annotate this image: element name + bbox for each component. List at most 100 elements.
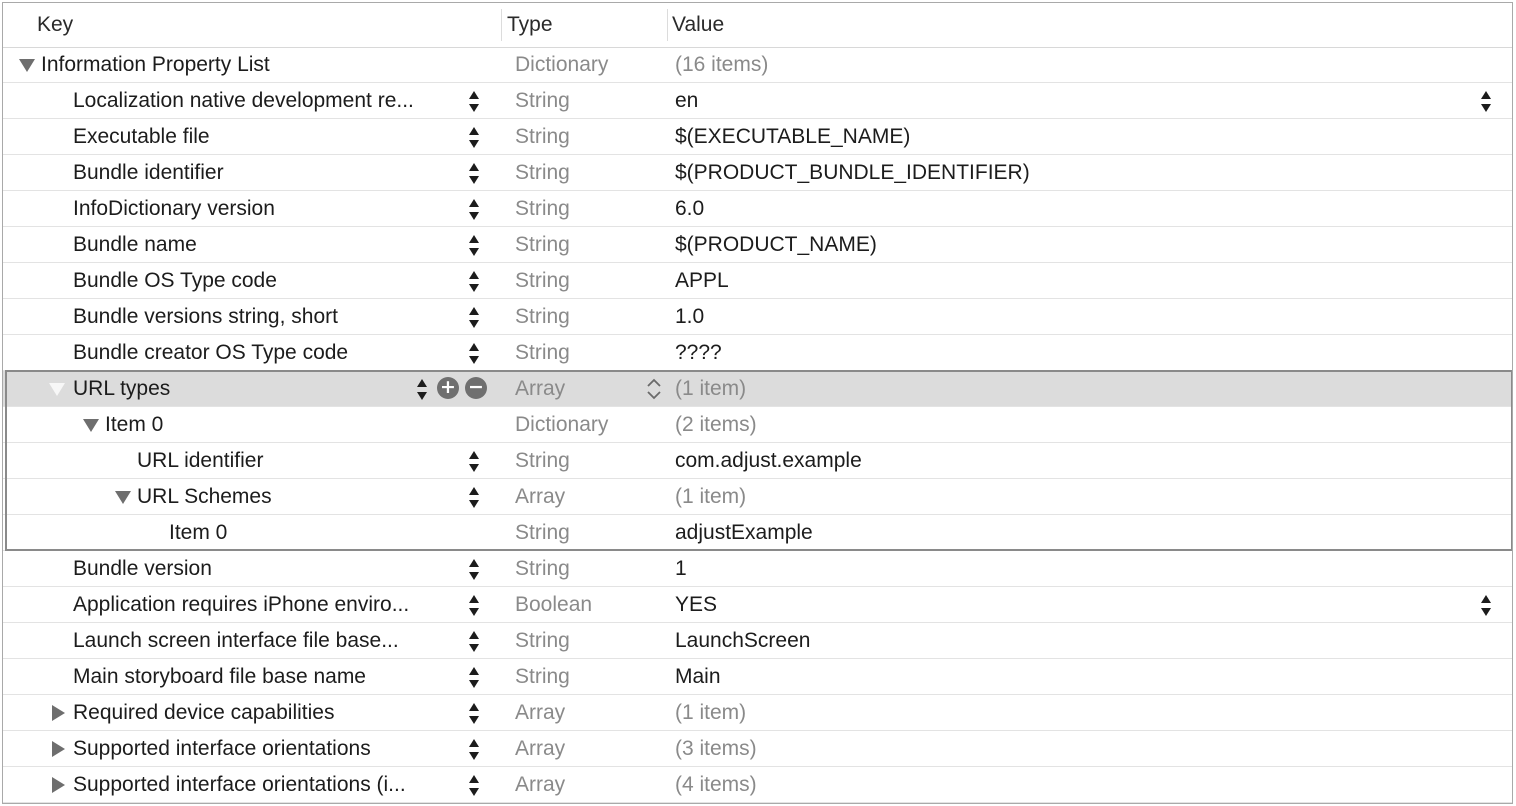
row-type[interactable]: Array bbox=[515, 695, 565, 730]
plist-row[interactable]: Bundle creator OS Type code String???? bbox=[3, 335, 1512, 371]
plist-row[interactable]: Localization native development re... Str… bbox=[3, 83, 1512, 119]
plist-row[interactable]: Item 0 Dictionary (2 items) bbox=[3, 407, 1512, 443]
row-key[interactable]: Information Property List bbox=[41, 47, 270, 82]
key-stepper-icon[interactable] bbox=[467, 557, 481, 583]
row-type[interactable]: String bbox=[515, 83, 570, 118]
row-value[interactable]: com.adjust.example bbox=[675, 443, 862, 478]
plist-row[interactable]: Required device capabilities Array (1 item… bbox=[3, 695, 1512, 731]
disclosure-open-icon[interactable] bbox=[81, 407, 101, 442]
key-stepper-icon[interactable] bbox=[467, 737, 481, 763]
row-key[interactable]: URL types bbox=[73, 371, 170, 406]
row-value[interactable]: ???? bbox=[675, 335, 722, 370]
plist-row[interactable]: Bundle version String 1 bbox=[3, 551, 1512, 587]
row-type[interactable]: String bbox=[515, 263, 570, 298]
row-value[interactable]: 1.0 bbox=[675, 299, 704, 334]
plist-row[interactable]: Bundle versions string, short String 1.0 bbox=[3, 299, 1512, 335]
row-key[interactable]: Bundle creator OS Type code bbox=[73, 335, 348, 370]
row-type[interactable]: String bbox=[515, 551, 570, 586]
row-type[interactable]: Array bbox=[515, 767, 565, 802]
row-type[interactable]: String bbox=[515, 335, 570, 370]
plist-row[interactable]: Supported interface orientations Array (3 … bbox=[3, 731, 1512, 767]
row-value[interactable]: (16 items) bbox=[675, 47, 768, 82]
row-key[interactable]: Supported interface orientations (i... bbox=[73, 767, 406, 802]
row-key[interactable]: Launch screen interface file base... bbox=[73, 623, 399, 658]
key-stepper-icon[interactable] bbox=[467, 161, 481, 187]
row-key[interactable]: Item 0 bbox=[169, 515, 227, 550]
row-value[interactable]: $(PRODUCT_BUNDLE_IDENTIFIER) bbox=[675, 155, 1030, 190]
key-stepper-icon[interactable] bbox=[467, 629, 481, 655]
value-stepper-icon[interactable] bbox=[1479, 89, 1493, 115]
row-value[interactable]: (1 item) bbox=[675, 695, 746, 730]
plist-row[interactable]: Bundle identifier String $(PRODUCT_BUNDLE_… bbox=[3, 155, 1512, 191]
row-value[interactable]: APPL bbox=[675, 263, 729, 298]
row-value[interactable]: Main bbox=[675, 659, 721, 694]
row-type[interactable]: String bbox=[515, 155, 570, 190]
row-type[interactable]: String bbox=[515, 443, 570, 478]
row-key[interactable]: Main storyboard file base name bbox=[73, 659, 366, 694]
row-value[interactable]: YES bbox=[675, 587, 717, 622]
column-divider[interactable] bbox=[501, 9, 502, 41]
key-stepper-icon[interactable] bbox=[467, 197, 481, 223]
row-key[interactable]: URL identifier bbox=[137, 443, 263, 478]
row-type[interactable]: Dictionary bbox=[515, 407, 608, 442]
row-value[interactable]: (1 item) bbox=[675, 479, 746, 514]
row-value[interactable]: LaunchScreen bbox=[675, 623, 810, 658]
row-value[interactable]: (2 items) bbox=[675, 407, 757, 442]
row-key[interactable]: Bundle version bbox=[73, 551, 212, 586]
row-value[interactable]: $(EXECUTABLE_NAME) bbox=[675, 119, 910, 154]
key-stepper-icon[interactable] bbox=[467, 449, 481, 475]
key-stepper-icon[interactable] bbox=[467, 233, 481, 259]
disclosure-open-icon[interactable] bbox=[113, 479, 133, 514]
key-stepper-icon[interactable] bbox=[467, 665, 481, 691]
row-type[interactable]: String bbox=[515, 623, 570, 658]
row-value[interactable]: $(PRODUCT_NAME) bbox=[675, 227, 877, 262]
plist-row[interactable]: Main storyboard file base name String Main bbox=[3, 659, 1512, 695]
row-key[interactable]: Localization native development re... bbox=[73, 83, 414, 118]
key-stepper-icon[interactable] bbox=[467, 125, 481, 151]
row-type[interactable]: String bbox=[515, 659, 570, 694]
value-column-header[interactable]: Value bbox=[672, 3, 724, 47]
key-stepper-icon[interactable] bbox=[467, 485, 481, 511]
key-stepper-icon[interactable] bbox=[467, 593, 481, 619]
plist-row[interactable]: Bundle name String $(PRODUCT_NAME) bbox=[3, 227, 1512, 263]
plist-row[interactable]: Executable file String $(EXECUTABLE_NAME) bbox=[3, 119, 1512, 155]
row-type[interactable]: String bbox=[515, 515, 570, 550]
row-value[interactable]: adjustExample bbox=[675, 515, 813, 550]
key-stepper-icon[interactable] bbox=[467, 773, 481, 799]
plist-row[interactable]: Application requires iPhone enviro... Boo… bbox=[3, 587, 1512, 623]
row-value[interactable]: 1 bbox=[675, 551, 687, 586]
row-key[interactable]: Executable file bbox=[73, 119, 210, 154]
plist-row[interactable]: URL types + − Array (1 item) bbox=[3, 371, 1512, 407]
row-value[interactable]: en bbox=[675, 83, 698, 118]
row-type[interactable]: String bbox=[515, 227, 570, 262]
row-key[interactable]: Application requires iPhone enviro... bbox=[73, 587, 409, 622]
key-stepper-icon[interactable] bbox=[467, 269, 481, 295]
row-value[interactable]: 6.0 bbox=[675, 191, 704, 226]
row-key[interactable]: Item 0 bbox=[105, 407, 163, 442]
row-type[interactable]: Dictionary bbox=[515, 47, 608, 82]
key-column-header[interactable]: Key bbox=[37, 3, 73, 47]
plist-row[interactable]: Information Property List Dictionary (16 i… bbox=[3, 47, 1512, 83]
plist-row[interactable]: URL Schemes Array (1 item) bbox=[3, 479, 1512, 515]
minus-circle-icon[interactable]: − bbox=[465, 377, 487, 399]
key-stepper-icon[interactable] bbox=[467, 341, 481, 367]
chevron-up-down-icon[interactable] bbox=[645, 375, 663, 403]
disclosure-closed-icon[interactable] bbox=[47, 767, 67, 802]
row-type[interactable]: String bbox=[515, 299, 570, 334]
key-stepper-icon[interactable] bbox=[467, 89, 481, 115]
plist-row[interactable]: Item 0 String adjustExample bbox=[3, 515, 1512, 551]
row-type[interactable]: String bbox=[515, 191, 570, 226]
row-value[interactable]: (4 items) bbox=[675, 767, 757, 802]
key-stepper-icon[interactable] bbox=[415, 377, 429, 403]
row-type[interactable]: Boolean bbox=[515, 587, 592, 622]
row-value[interactable]: (3 items) bbox=[675, 731, 757, 766]
row-key[interactable]: Required device capabilities bbox=[73, 695, 335, 730]
row-key[interactable]: InfoDictionary version bbox=[73, 191, 275, 226]
plist-row[interactable]: Bundle OS Type code String APPL bbox=[3, 263, 1512, 299]
plist-row[interactable]: Launch screen interface file base... Stri… bbox=[3, 623, 1512, 659]
row-key[interactable]: URL Schemes bbox=[137, 479, 272, 514]
plist-row[interactable]: InfoDictionary version String 6.0 bbox=[3, 191, 1512, 227]
row-type[interactable]: Array bbox=[515, 371, 565, 406]
value-stepper-icon[interactable] bbox=[1479, 593, 1493, 619]
disclosure-closed-icon[interactable] bbox=[47, 731, 67, 766]
